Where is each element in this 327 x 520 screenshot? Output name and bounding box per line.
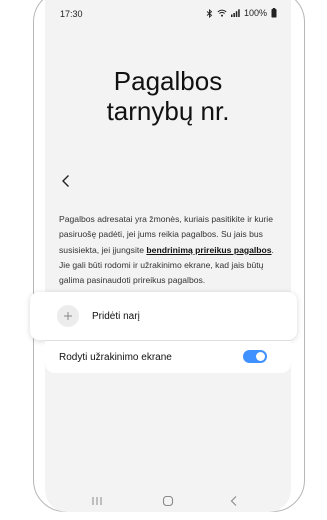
recent-apps-button[interactable] (85, 490, 109, 512)
status-bar: 17:30 100% (45, 0, 291, 28)
navigation-bar (45, 490, 291, 512)
plus-icon (57, 305, 79, 327)
nav-back-button[interactable] (222, 490, 246, 512)
chevron-left-icon (62, 175, 69, 187)
show-on-lock-screen-toggle[interactable] (243, 350, 267, 363)
signal-icon (230, 9, 240, 17)
battery-icon (271, 8, 277, 18)
page-title-line2: tarnybų nr. (106, 96, 230, 126)
add-member-label: Pridėti narį (92, 310, 140, 322)
description-text: Pagalbos adresatai yra žmonės, kuriais p… (59, 212, 281, 288)
back-icon (230, 496, 237, 506)
phone-screen: 17:30 100% Pagalbos tarnybų nr. Pagalbos… (45, 0, 291, 512)
emergency-sharing-link[interactable]: bendrinimą prireikus pagalbos (146, 245, 271, 255)
back-button[interactable] (55, 170, 77, 192)
bluetooth-icon (206, 8, 213, 18)
page-title: Pagalbos tarnybų nr. (45, 66, 291, 126)
wifi-icon (217, 9, 227, 17)
add-member-button[interactable]: Pridėti narį (30, 292, 297, 340)
show-on-lock-screen-row[interactable]: Rodyti užrakinimo ekrane (45, 341, 291, 373)
status-icons: 100% (206, 8, 277, 18)
status-time: 17:30 (60, 9, 83, 19)
home-button[interactable] (156, 490, 180, 512)
home-icon (162, 495, 174, 507)
battery-percent: 100% (243, 8, 267, 18)
page-title-line1: Pagalbos (113, 66, 223, 96)
show-on-lock-screen-label: Rodyti užrakinimo ekrane (59, 351, 172, 363)
recent-apps-icon (92, 497, 102, 505)
toggle-knob (256, 352, 265, 361)
